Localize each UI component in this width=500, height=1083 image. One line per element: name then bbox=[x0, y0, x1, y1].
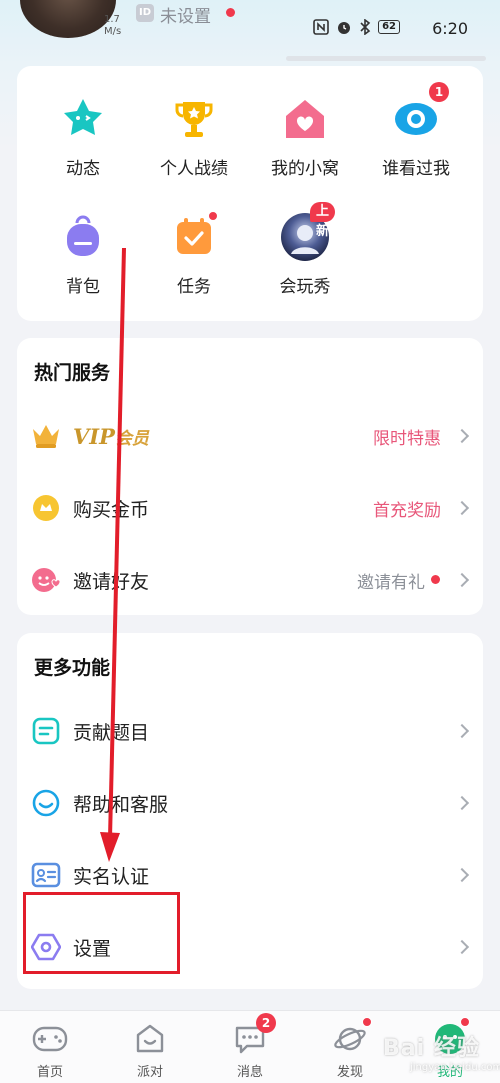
grid-label: 谁看过我 bbox=[382, 159, 450, 179]
coin-icon bbox=[31, 493, 61, 523]
row-buy-coins[interactable]: 购买金币 首充奖励 bbox=[17, 472, 483, 544]
grid-item-show[interactable]: 上新 会玩秀 bbox=[250, 202, 360, 297]
grid-item-nest[interactable]: 我的小窝 bbox=[250, 94, 360, 179]
grid-label: 个人战绩 bbox=[160, 159, 228, 179]
chevron-right-icon bbox=[454, 723, 470, 739]
grid-label: 背包 bbox=[66, 277, 100, 297]
grid-label: 我的小窝 bbox=[271, 159, 339, 179]
annotation-highlight-box bbox=[23, 892, 180, 974]
eye-icon: 1 bbox=[391, 82, 449, 144]
chevron-right-icon bbox=[454, 428, 470, 444]
system-icons: 62 bbox=[313, 19, 400, 35]
document-lines-icon bbox=[31, 716, 61, 746]
chevron-right-icon bbox=[454, 867, 470, 883]
grid-item-visitors[interactable]: 1 谁看过我 bbox=[361, 82, 471, 179]
vip-label: VIP会员 bbox=[73, 424, 149, 449]
more-features-title: 更多功能 bbox=[34, 657, 111, 679]
header-scroll-indicator bbox=[286, 56, 486, 61]
hot-services-card: 热门服务 VIP会员 限时特惠 购买金币 首充奖励 邀请好友 邀请有礼 bbox=[17, 338, 483, 615]
network-speed: 1.7 M/s bbox=[104, 14, 121, 38]
bluetooth-icon bbox=[360, 19, 371, 35]
nav-party[interactable]: 派对 bbox=[100, 1017, 200, 1080]
invite-promo: 邀请有礼 bbox=[357, 572, 425, 593]
gamepad-icon bbox=[32, 1021, 68, 1057]
contribute-questions-label: 贡献题目 bbox=[73, 721, 150, 744]
chevron-right-icon bbox=[454, 795, 470, 811]
grid-item-tasks[interactable]: 任务 bbox=[139, 211, 249, 297]
buy-coins-label: 购买金币 bbox=[73, 498, 150, 521]
nav-messages[interactable]: 2 消息 bbox=[200, 1013, 300, 1080]
profile-red-dot bbox=[226, 8, 235, 17]
watermark: Bai 经验 bbox=[383, 1036, 480, 1061]
help-support-label: 帮助和客服 bbox=[73, 793, 169, 816]
row-help-support[interactable]: 帮助和客服 bbox=[17, 767, 483, 839]
new-tag: 上新 bbox=[310, 202, 336, 239]
nav-label: 派对 bbox=[136, 1065, 163, 1080]
chevron-right-icon bbox=[454, 572, 470, 588]
nav-label: 首页 bbox=[36, 1065, 63, 1080]
watermark-sub: jingyan.baidu.com bbox=[410, 1062, 500, 1073]
invite-smile-icon bbox=[31, 565, 61, 595]
quick-entry-card: 动态 个人战绩 我的小窝 1 谁看过我 背包 任务 上新 会玩秀 bbox=[17, 66, 483, 321]
battery-level: 62 bbox=[378, 20, 400, 34]
crown-icon bbox=[31, 421, 61, 451]
invite-red-dot bbox=[431, 575, 440, 584]
member-text: 会员 bbox=[114, 428, 149, 449]
row-contribute-questions[interactable]: 贡献题目 bbox=[17, 695, 483, 767]
grid-label: 会玩秀 bbox=[279, 277, 331, 297]
row-vip[interactable]: VIP会员 限时特惠 bbox=[17, 400, 483, 472]
party-house-icon bbox=[132, 1021, 168, 1057]
status-time: 6:20 bbox=[432, 19, 468, 38]
id-card-icon bbox=[31, 860, 61, 890]
tasks-red-dot bbox=[208, 211, 218, 221]
calendar-check-icon bbox=[169, 211, 219, 262]
nav-label: 发现 bbox=[336, 1065, 363, 1080]
mine-red-dot bbox=[460, 1017, 470, 1027]
grid-item-backpack[interactable]: 背包 bbox=[28, 212, 138, 297]
chat-bubble-icon: 2 bbox=[232, 1013, 276, 1057]
real-name-label: 实名认证 bbox=[73, 865, 150, 888]
row-invite-friends[interactable]: 邀请好友 邀请有礼 bbox=[17, 544, 483, 616]
visitors-badge: 1 bbox=[429, 82, 449, 102]
alarm-icon bbox=[338, 22, 351, 34]
buy-coins-promo: 首充奖励 bbox=[373, 500, 441, 521]
home-heart-icon bbox=[280, 94, 330, 144]
messages-badge: 2 bbox=[256, 1013, 276, 1033]
avatar-show-icon: 上新 bbox=[280, 202, 336, 262]
id-icon: ID bbox=[136, 4, 154, 22]
smile-bubble-icon bbox=[31, 788, 61, 818]
discover-red-dot bbox=[362, 1017, 372, 1027]
hot-services-title: 热门服务 bbox=[34, 362, 111, 384]
status-bar: 1.7 M/s ID 未设置 62 6:20 bbox=[0, 0, 500, 61]
network-speed-unit: M/s bbox=[104, 26, 122, 37]
grid-label: 动态 bbox=[66, 159, 100, 179]
backpack-icon bbox=[58, 212, 108, 262]
nav-label: 消息 bbox=[236, 1065, 263, 1080]
chevron-right-icon bbox=[454, 939, 470, 955]
star-face-icon bbox=[58, 94, 108, 144]
nav-home[interactable]: 首页 bbox=[0, 1017, 100, 1080]
vip-promo: 限时特惠 bbox=[373, 428, 441, 449]
chevron-right-icon bbox=[454, 500, 470, 516]
network-speed-value: 1.7 bbox=[104, 14, 120, 25]
nfc-icon bbox=[313, 19, 329, 35]
invite-friends-label: 邀请好友 bbox=[73, 570, 150, 593]
vip-text: VIP bbox=[73, 423, 115, 449]
planet-icon bbox=[332, 1017, 372, 1057]
grid-item-dynamic[interactable]: 动态 bbox=[28, 94, 138, 179]
trophy-icon bbox=[169, 94, 219, 144]
grid-item-record[interactable]: 个人战绩 bbox=[139, 94, 249, 179]
grid-label: 任务 bbox=[177, 277, 211, 297]
user-avatar[interactable] bbox=[20, 0, 116, 38]
profile-name[interactable]: 未设置 bbox=[160, 2, 211, 27]
